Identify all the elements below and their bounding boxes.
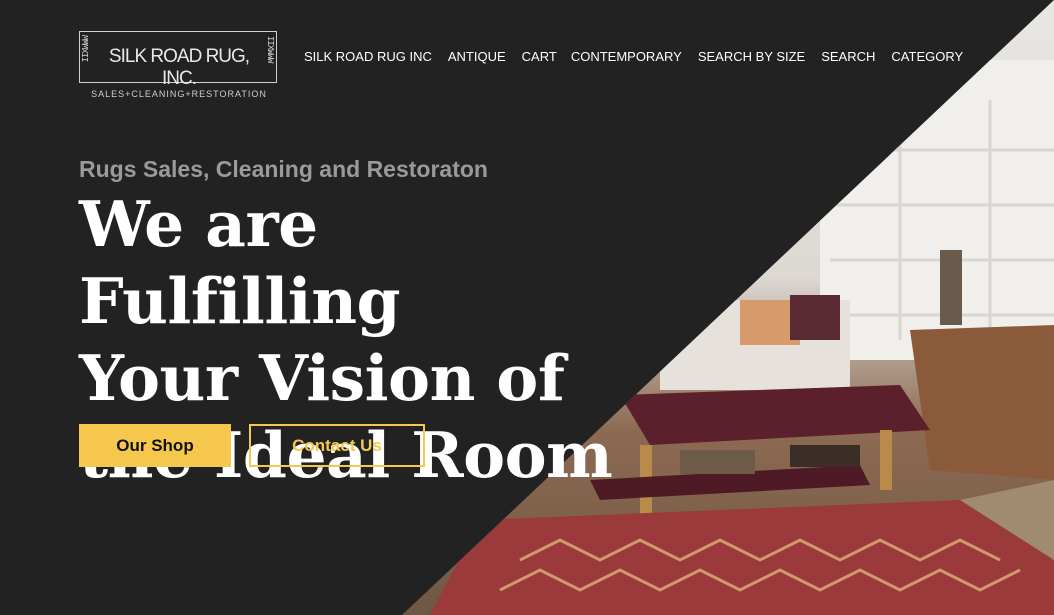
nav-item-category[interactable]: CATEGORY <box>891 49 963 64</box>
hero-kicker: Rugs Sales, Cleaning and Restoraton <box>79 156 488 182</box>
nav-item-silk-road-rug-inc[interactable]: SILK ROAD RUG INC <box>304 49 432 64</box>
logo-side-pattern-right: IIXWWW <box>265 36 275 63</box>
brand-logo[interactable]: IIXWWW SILK ROAD RUG, INC. IIXWWW SALES+… <box>79 31 279 101</box>
contact-us-button[interactable]: Contact Us <box>249 424 425 467</box>
logo-frame: IIXWWW SILK ROAD RUG, INC. IIXWWW <box>79 31 277 89</box>
logo-tagline: SALES+CLEANING+RESTORATION <box>91 89 267 99</box>
logo-name: SILK ROAD RUG, INC. <box>108 46 250 89</box>
nav-item-search[interactable]: SEARCH <box>821 49 875 64</box>
nav-item-search-by-size[interactable]: SEARCH BY SIZE <box>698 49 805 64</box>
nav-item-cart[interactable]: CART <box>522 49 557 64</box>
our-shop-button[interactable]: Our Shop <box>79 424 231 467</box>
nav-item-antique[interactable]: ANTIQUE <box>448 49 506 64</box>
logo-side-pattern-left: IIXWWW <box>81 36 91 63</box>
headline-line-2: Your Vision of <box>79 341 565 415</box>
headline-line-1: We are Fulfilling <box>79 187 401 338</box>
nav-item-contemporary[interactable]: CONTEMPORARY <box>571 49 682 64</box>
main-nav: SILK ROAD RUG INC ANTIQUE CART CONTEMPOR… <box>304 49 979 64</box>
